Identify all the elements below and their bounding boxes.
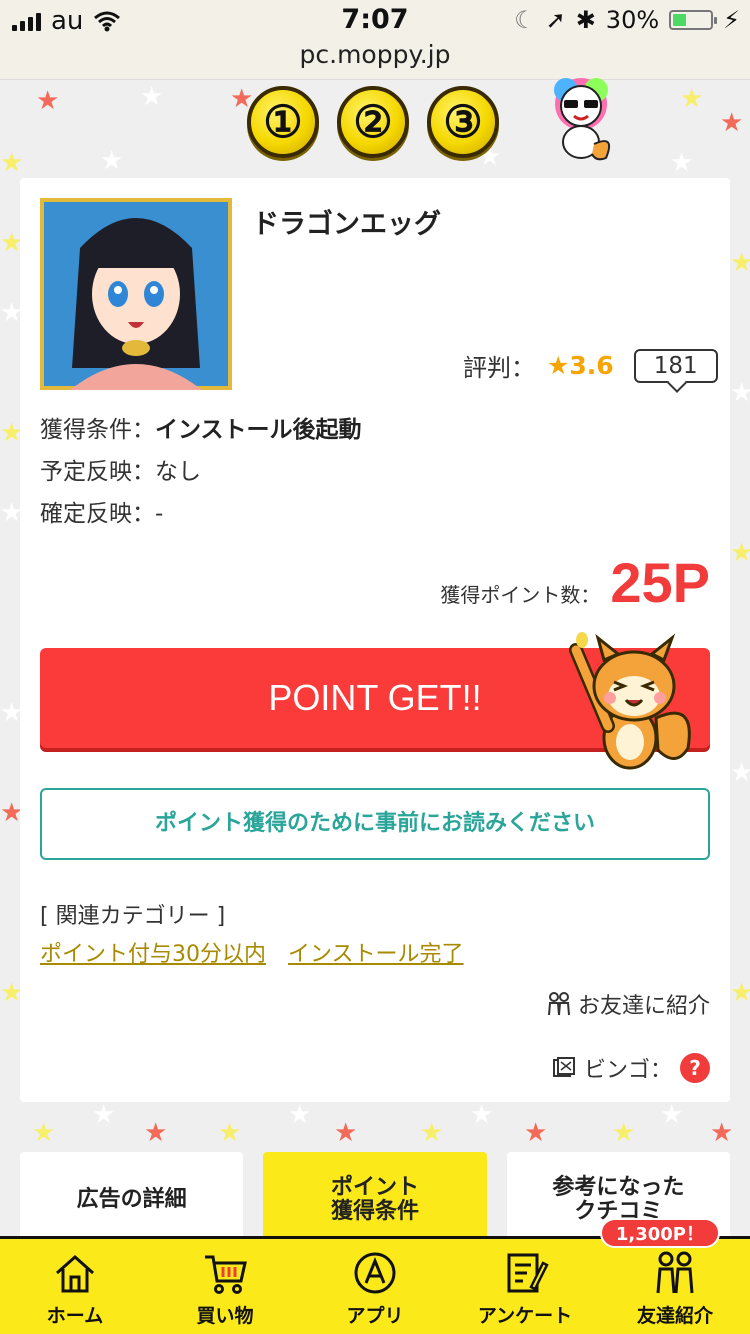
status-bar: au 7:07 ☾ ➚ ✱ 30% ⚡ [0,0,750,40]
survey-icon [507,1253,549,1293]
rating-score: ★3.6 [547,351,614,380]
step-2: ② [337,86,409,158]
category-heading: [ 関連カテゴリー ] [40,904,226,929]
step-1: ① [247,86,319,158]
nav-shopping[interactable]: 買い物 [150,1239,300,1334]
nav-label: ホーム [46,1305,104,1327]
tab-label: 参考になった クチコミ [552,1174,685,1224]
condition-value: - [155,501,164,527]
battery-icon [669,10,718,30]
bingo-row: ビンゴ： ? [552,1052,710,1084]
friends-icon [547,992,570,1016]
app-icon [354,1252,396,1294]
nav-label: アプリ [346,1305,404,1327]
condition-value: インストール後起動 [155,417,362,443]
tab-point-conditions[interactable]: ポイント 獲得条件 [263,1152,487,1248]
bingo-help-button[interactable]: ? [680,1053,710,1083]
url-bar[interactable]: pc.moppy.jp [0,40,750,80]
battery-percent: 30% [605,6,660,34]
location-icon: ➚ [545,6,566,34]
condition-value: なし [155,459,201,485]
points-label: 獲得ポイント数： [440,583,601,607]
points-value: 25P [610,551,710,614]
charging-icon: ⚡ [723,6,740,34]
nav-label: アンケート [477,1305,573,1327]
step-3: ③ [427,86,499,158]
friends-icon [656,1251,694,1294]
condition-label: 確定反映： [40,501,155,527]
nav-label: 買い物 [196,1305,254,1327]
bingo-card-icon [552,1057,575,1077]
share-friend-link[interactable]: お友達に紹介 [546,988,710,1020]
nav-label: 友達紹介 [636,1305,713,1327]
tab-label: ポイント 獲得条件 [330,1174,419,1224]
nav-survey[interactable]: アンケート [450,1239,600,1334]
bingo-label: ビンゴ： [583,1058,672,1083]
condition-label: 予定反映： [40,459,155,485]
nav-app[interactable]: アプリ [300,1239,450,1334]
step-indicator: ① ② ③ [247,86,499,158]
condition-row-confirmed: 確定反映：- [40,494,163,528]
review-count-button[interactable]: 181 [633,348,718,383]
mascot-sunglasses-icon [554,78,610,161]
condition-row-scheduled: 予定反映：なし [40,452,201,486]
home-icon [56,1254,94,1293]
nav-friend-referral[interactable]: 友達紹介 [600,1239,750,1334]
tab-label: 広告の詳細 [76,1186,187,1212]
tab-ad-details[interactable]: 広告の詳細 [20,1152,244,1248]
moon-icon: ☾ [514,6,536,34]
condition-row-acquire: 獲得条件：インストール後起動 [40,410,362,444]
points-row: 獲得ポイント数： 25P [440,550,710,615]
share-friend-label: お友達に紹介 [577,994,710,1019]
read-before-button[interactable]: ポイント獲得のために事前にお読みください [40,788,710,860]
category-links: ポイント付与30分以内 インストール完了 [40,936,464,968]
cart-icon [205,1255,247,1294]
app-thumbnail-icon[interactable] [40,198,232,390]
rating-label: 評判： [463,354,535,382]
category-link[interactable]: インストール完了 [288,936,464,968]
category-link[interactable]: ポイント付与30分以内 [40,936,266,968]
squirrel-mascot-icon [569,632,691,770]
bottom-navigation: ホーム 買い物 アプリ アンケート 友達紹介 [0,1236,750,1334]
points-balance-badge: 1,300P！ [599,1218,720,1248]
rating-row: 評判： ★3.6 181 [463,348,718,383]
bluetooth-icon: ✱ [575,6,596,34]
offer-card: ドラゴンエッグ 評判： ★3.6 181 獲得条件：インストール後起動 予定反映… [20,178,730,1102]
app-title: ドラゴンエッグ [252,209,441,240]
url-text: pc.moppy.jp [299,40,451,69]
nav-home[interactable]: ホーム [0,1239,150,1334]
condition-label: 獲得条件： [40,417,155,443]
